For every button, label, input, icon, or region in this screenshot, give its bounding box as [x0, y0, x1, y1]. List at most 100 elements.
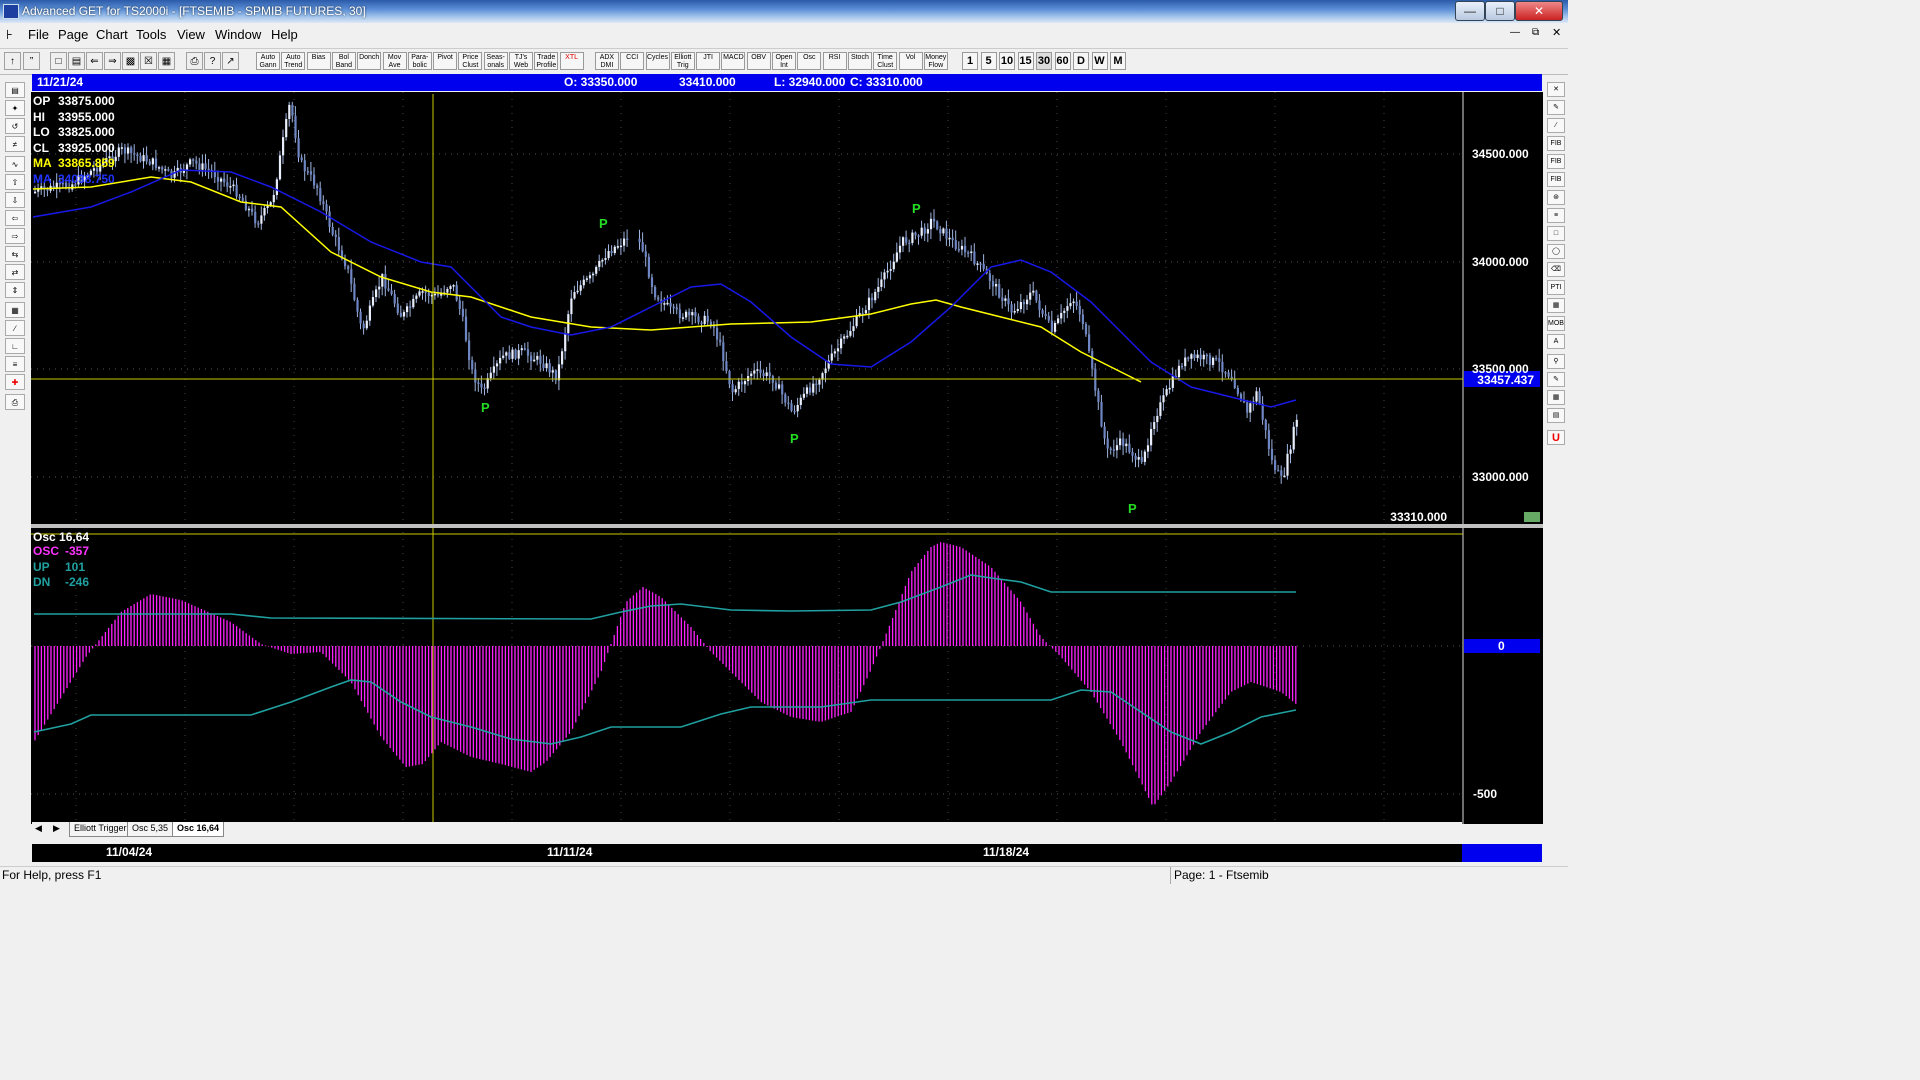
arrow-right-icon[interactable]: ⇨	[5, 228, 25, 244]
menu-tools[interactable]: Tools	[136, 27, 166, 42]
study-button-autogann[interactable]: Auto Gann	[256, 52, 280, 70]
study-button-bolband[interactable]: Bol Band	[331, 52, 356, 70]
tab-scroll-left-icon[interactable]: ◀	[35, 823, 42, 834]
study-button-macd[interactable]: MACD	[721, 52, 746, 70]
menu-chart[interactable]: Chart	[96, 27, 128, 42]
arrow-up-icon[interactable]: ⇧	[5, 174, 25, 190]
tab-elliott-trigger[interactable]: Elliott Trigger	[69, 822, 132, 837]
interval-button-10[interactable]: 10	[999, 52, 1015, 70]
interval-button-5[interactable]: 5	[980, 52, 997, 70]
delete-icon[interactable]: ☒	[140, 52, 157, 70]
study-button-osc[interactable]: Osc	[797, 52, 822, 70]
spiral-icon[interactable]: ⊛	[1547, 190, 1565, 205]
close-x-icon[interactable]: ✕	[1547, 82, 1565, 97]
mdi-minimize-button[interactable]: —	[1510, 27, 1520, 38]
pti-icon[interactable]: PTI	[1547, 280, 1565, 295]
study-button-elliotttrig[interactable]: Elliott Trig	[670, 52, 695, 70]
channel-icon[interactable]: ≡	[1547, 208, 1565, 223]
tab-scroll-right-icon[interactable]: ▶	[53, 823, 60, 834]
trendline-icon[interactable]: ∕	[1547, 118, 1565, 133]
tab-osc-16-64[interactable]: Osc 16,64	[172, 822, 225, 837]
study-button-movave[interactable]: Mov Ave	[382, 52, 407, 70]
price-panel[interactable]	[31, 92, 1463, 524]
menu-window[interactable]: Window	[215, 27, 261, 42]
study-button-cci[interactable]: CCI	[620, 52, 645, 70]
back-icon[interactable]: ⇐	[86, 52, 103, 70]
chart-corner-icon[interactable]	[1524, 512, 1540, 522]
study-button-priceclust[interactable]: Price Clust	[458, 52, 483, 70]
vertical-zoom-icon[interactable]: ⇕	[5, 282, 25, 298]
study-button-moneyflow[interactable]: Money Flow	[923, 52, 948, 70]
study-button-autotrend[interactable]: Auto Trend	[281, 52, 306, 70]
fib-time-icon[interactable]: FIB	[1547, 172, 1565, 187]
expand-icon[interactable]: ⇄	[5, 264, 25, 280]
gann-icon[interactable]: ∟	[5, 338, 25, 354]
menu-help[interactable]: Help	[271, 27, 298, 42]
study-button-obv[interactable]: OBV	[746, 52, 771, 70]
pointer-tool-icon[interactable]: ↑	[4, 52, 21, 70]
lines-icon[interactable]: ∕	[5, 320, 25, 336]
grid-icon[interactable]: ▦	[158, 52, 175, 70]
mdi-restore-button[interactable]: ⧉	[1532, 27, 1539, 38]
help-icon[interactable]: ?	[204, 52, 221, 70]
open-icon[interactable]: ▤	[68, 52, 85, 70]
fan-icon[interactable]: ✦	[5, 100, 25, 116]
compress-icon[interactable]: ⇆	[5, 246, 25, 262]
study-button-pivot[interactable]: Pivot	[433, 52, 458, 70]
crosshair-icon[interactable]: ✚	[5, 374, 25, 390]
interval-button-d[interactable]: D	[1073, 52, 1089, 70]
fib-ext-icon[interactable]: FIB	[1547, 154, 1565, 169]
eraser-icon[interactable]: ⌫	[1547, 262, 1565, 277]
arrow-left-icon[interactable]: ⇦	[5, 210, 25, 226]
interval-button-60[interactable]: 60	[1054, 52, 1071, 70]
menu-page[interactable]: Page	[58, 27, 88, 42]
study-button-tjsweb[interactable]: TJ's Web	[509, 52, 533, 70]
new-icon[interactable]: □	[50, 52, 67, 70]
calc-icon[interactable]: ▦	[1547, 390, 1565, 405]
fib-ret-icon[interactable]: FIB	[1547, 136, 1565, 151]
study-button-bias[interactable]: Bias	[306, 52, 331, 70]
menu-view[interactable]: View	[177, 27, 205, 42]
minimize-button[interactable]: —	[1455, 1, 1485, 21]
notes-icon[interactable]: ▤	[1547, 408, 1565, 423]
quote-icon[interactable]: ”	[23, 52, 40, 70]
arrow-down-icon[interactable]: ⇩	[5, 192, 25, 208]
maximize-button[interactable]: □	[1485, 1, 1515, 21]
ellipse-icon[interactable]: ◯	[1547, 244, 1565, 259]
tab-osc-5-35[interactable]: Osc 5,35	[127, 822, 174, 837]
study-icon[interactable]: ≠	[5, 136, 25, 152]
box-icon[interactable]: □	[1547, 226, 1565, 241]
study-button-parabolic[interactable]: Para-bolic	[407, 52, 432, 70]
pencil-icon[interactable]: ✎	[1547, 100, 1565, 115]
menu-file[interactable]: File	[28, 27, 49, 42]
elliott-icon[interactable]: ∿	[5, 156, 25, 172]
study-button-cycles[interactable]: Cycles	[645, 52, 670, 70]
chart-canvas[interactable]: PPPPP 33457.437 33310.000	[31, 92, 1543, 824]
interval-button-w[interactable]: W	[1091, 52, 1108, 70]
paint-icon[interactable]: ✎	[1547, 372, 1565, 387]
study-button-xtl[interactable]: XTL	[559, 52, 584, 70]
reset-icon[interactable]: ↺	[5, 118, 25, 134]
fib-icon[interactable]: ≡	[5, 356, 25, 372]
panel-divider[interactable]	[31, 524, 1543, 528]
study-button-stoch[interactable]: Stoch	[847, 52, 872, 70]
mob-icon[interactable]: MOB	[1547, 316, 1565, 331]
table-icon[interactable]: ▦	[1547, 298, 1565, 313]
context-help-icon[interactable]: ↗	[222, 52, 239, 70]
study-button-adxdmi[interactable]: ADX DMI	[594, 52, 619, 70]
print-chart-icon[interactable]: ⎙	[5, 394, 25, 410]
study-button-donch[interactable]: Donch	[357, 52, 382, 70]
interval-button-30[interactable]: 30	[1036, 52, 1052, 70]
chart-area[interactable]: PPPPP 33457.437 33310.000 OP 33875.000 HI 3…	[31, 92, 1543, 824]
zoom-icon[interactable]: ▩	[122, 52, 139, 70]
magnet-icon[interactable]: U	[1547, 430, 1565, 445]
close-button[interactable]: ✕	[1515, 1, 1563, 21]
study-button-timeclust[interactable]: Time Clust	[873, 52, 898, 70]
study-button-openint[interactable]: Open Int	[772, 52, 796, 70]
mdi-close-button[interactable]: ✕	[1552, 26, 1561, 39]
study-button-rsi[interactable]: RSI	[822, 52, 847, 70]
interval-button-15[interactable]: 15	[1017, 52, 1034, 70]
magnifier-icon[interactable]: ⚲	[1547, 354, 1565, 369]
open-chart-icon[interactable]: ▤	[5, 82, 25, 98]
interval-button-1[interactable]: 1	[962, 52, 978, 70]
